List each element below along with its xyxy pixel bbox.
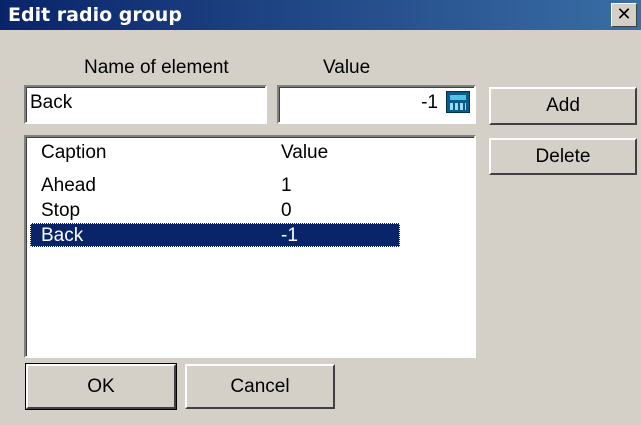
name-of-element-text: Back	[30, 92, 73, 113]
delete-button[interactable]: Delete	[489, 138, 637, 175]
value-label: Value	[323, 57, 371, 78]
list-item-value: -1	[281, 225, 298, 246]
list-item-value: 1	[281, 175, 292, 196]
add-button[interactable]: Add	[489, 87, 637, 125]
list-item-selected[interactable]: Back -1	[30, 223, 400, 247]
list-item-value: 0	[281, 200, 292, 221]
list-item[interactable]: Stop 0	[30, 198, 400, 222]
list-item-caption: Back	[41, 225, 84, 246]
calculator-icon[interactable]	[446, 91, 470, 113]
dialog-title: Edit radio group	[8, 4, 182, 26]
ok-button[interactable]: OK	[25, 363, 177, 410]
name-of-element-label: Name of element	[84, 57, 229, 78]
close-button[interactable]: ✕	[611, 3, 637, 27]
caption-column-header: Caption	[41, 142, 107, 163]
close-icon: ✕	[616, 4, 632, 25]
list-item[interactable]: Ahead 1	[30, 173, 400, 197]
value-input[interactable]: -1	[277, 85, 476, 124]
radio-items-list[interactable]: Caption Value Ahead 1 Stop 0 Back -1	[24, 135, 476, 358]
cancel-button[interactable]: Cancel	[185, 364, 335, 409]
list-item-caption: Stop	[41, 200, 81, 221]
list-item-caption: Ahead	[41, 175, 96, 196]
value-column-header: Value	[281, 142, 329, 163]
name-of-element-input[interactable]: Back	[24, 85, 267, 124]
title-bar[interactable]: Edit radio group ✕	[0, 0, 641, 30]
edit-radio-group-dialog: Edit radio group ✕ Name of element Value…	[0, 0, 641, 425]
value-text: -1	[421, 92, 438, 113]
